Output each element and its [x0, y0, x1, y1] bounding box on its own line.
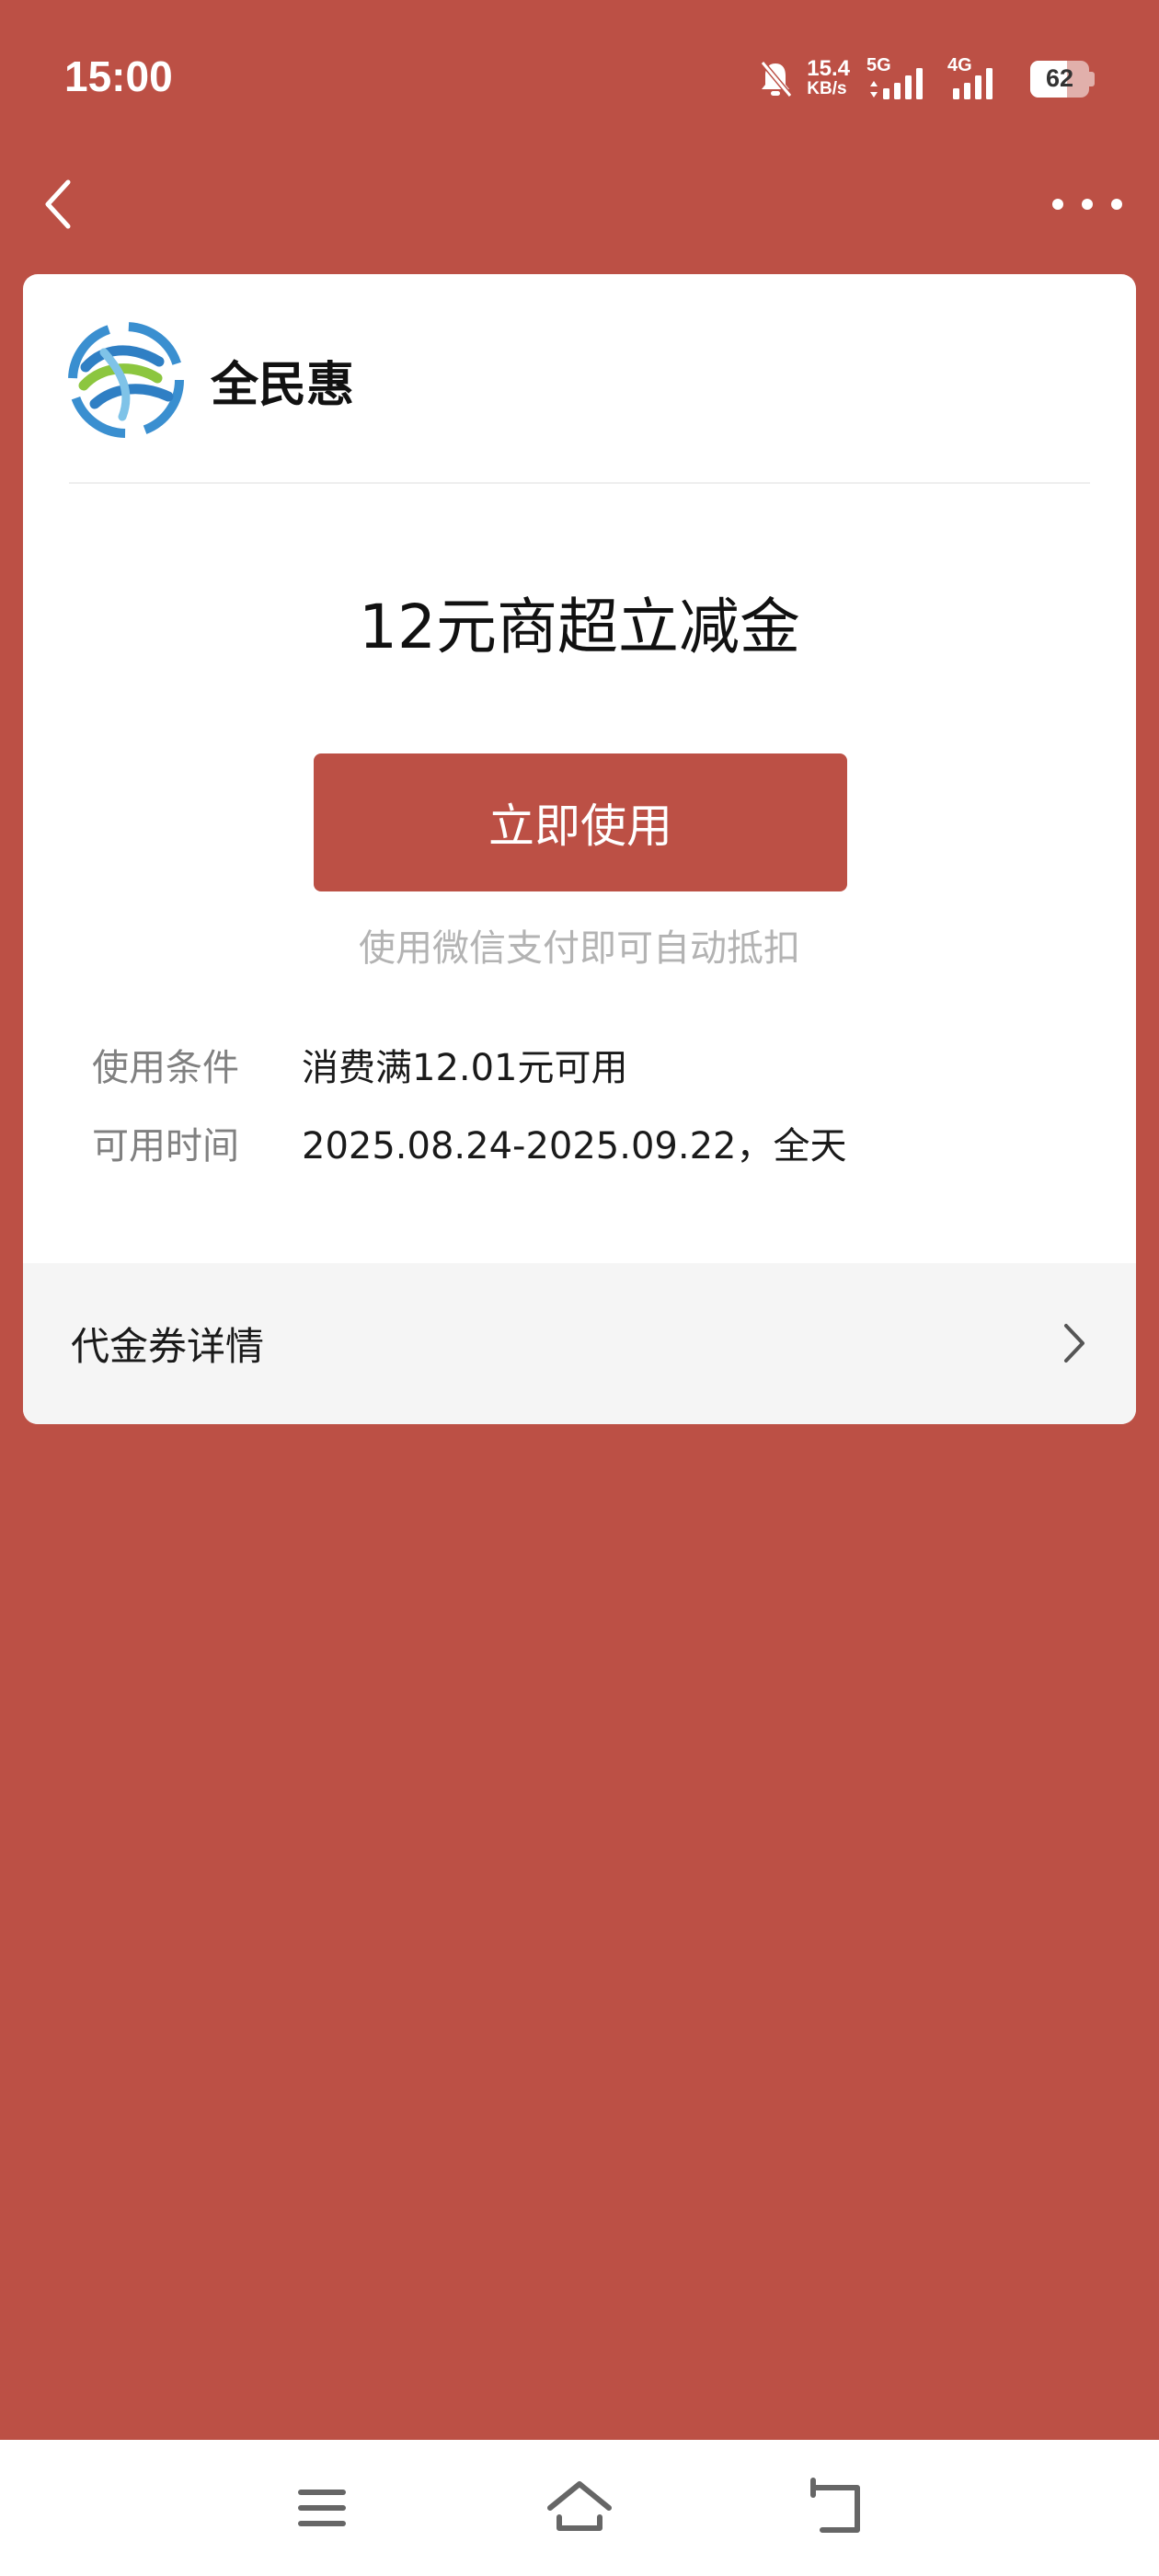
chevron-left-icon [45, 179, 71, 229]
coupon-details-label: 代金券详情 [71, 1324, 265, 1369]
chevron-right-icon [1064, 1324, 1084, 1363]
back-button[interactable] [37, 175, 81, 234]
signal-icon [953, 68, 993, 99]
use-now-button[interactable]: 立即使用 [314, 753, 847, 891]
china-mobile-logo [68, 322, 184, 438]
more-options-button[interactable] [1052, 190, 1122, 219]
back-icon [810, 2478, 860, 2533]
menu-icon [298, 2490, 346, 2526]
more-dots-icon [1111, 199, 1122, 210]
conditions-label: 使用条件 [92, 1047, 239, 1089]
nav-home-button[interactable] [543, 2473, 616, 2543]
home-icon [547, 2481, 612, 2531]
status-bar: 15:00 15.4 KB/s 5G 4G 62 [0, 0, 1159, 156]
conditions-row: 使用条件 消费满12.01元可用 [92, 1038, 628, 1091]
coupon-screen: 15:00 15.4 KB/s 5G 4G 62 全民惠 12元商超立减金 立即… [0, 0, 1159, 2576]
nav-menu-button[interactable] [285, 2473, 359, 2543]
more-dots-icon [1082, 199, 1093, 210]
validity-label: 可用时间 [92, 1125, 239, 1167]
status-icons: 15.4 KB/s 5G 4G 62 [757, 53, 1095, 105]
divider [69, 482, 1090, 484]
network-speed-unit: KB/s [807, 79, 847, 98]
more-dots-icon [1052, 199, 1063, 210]
brand-header: 全民惠 [67, 320, 354, 440]
network-speed: 15.4 KB/s [807, 56, 850, 99]
network-speed-value: 15.4 [807, 56, 850, 81]
use-hint: 使用微信支付即可自动抵扣 [359, 927, 800, 970]
validity-value: 2025.08.24-2025.09.22，全天 [302, 1125, 847, 1167]
validity-row: 可用时间 2025.08.24-2025.09.22，全天 [92, 1116, 846, 1169]
status-time: 15:00 [64, 52, 173, 100]
system-nav-bar [0, 2440, 1159, 2576]
conditions-value: 消费满12.01元可用 [302, 1047, 628, 1089]
battery-tip [1089, 72, 1095, 86]
brand-name: 全民惠 [211, 357, 355, 413]
signal-5g: 5G [866, 53, 931, 105]
battery-icon: 62 [1030, 61, 1089, 98]
signal-4g: 4G [947, 53, 1012, 105]
signal-icon [870, 68, 923, 99]
bell-muted-icon [760, 61, 793, 98]
nav-back-button[interactable] [800, 2473, 874, 2543]
coupon-card: 全民惠 12元商超立减金 立即使用 使用微信支付即可自动抵扣 使用条件 消费满1… [23, 274, 1136, 1424]
coupon-title: 12元商超立减金 [359, 592, 800, 662]
coupon-details-row[interactable]: 代金券详情 [23, 1263, 1136, 1424]
battery-level: 62 [1045, 64, 1074, 92]
